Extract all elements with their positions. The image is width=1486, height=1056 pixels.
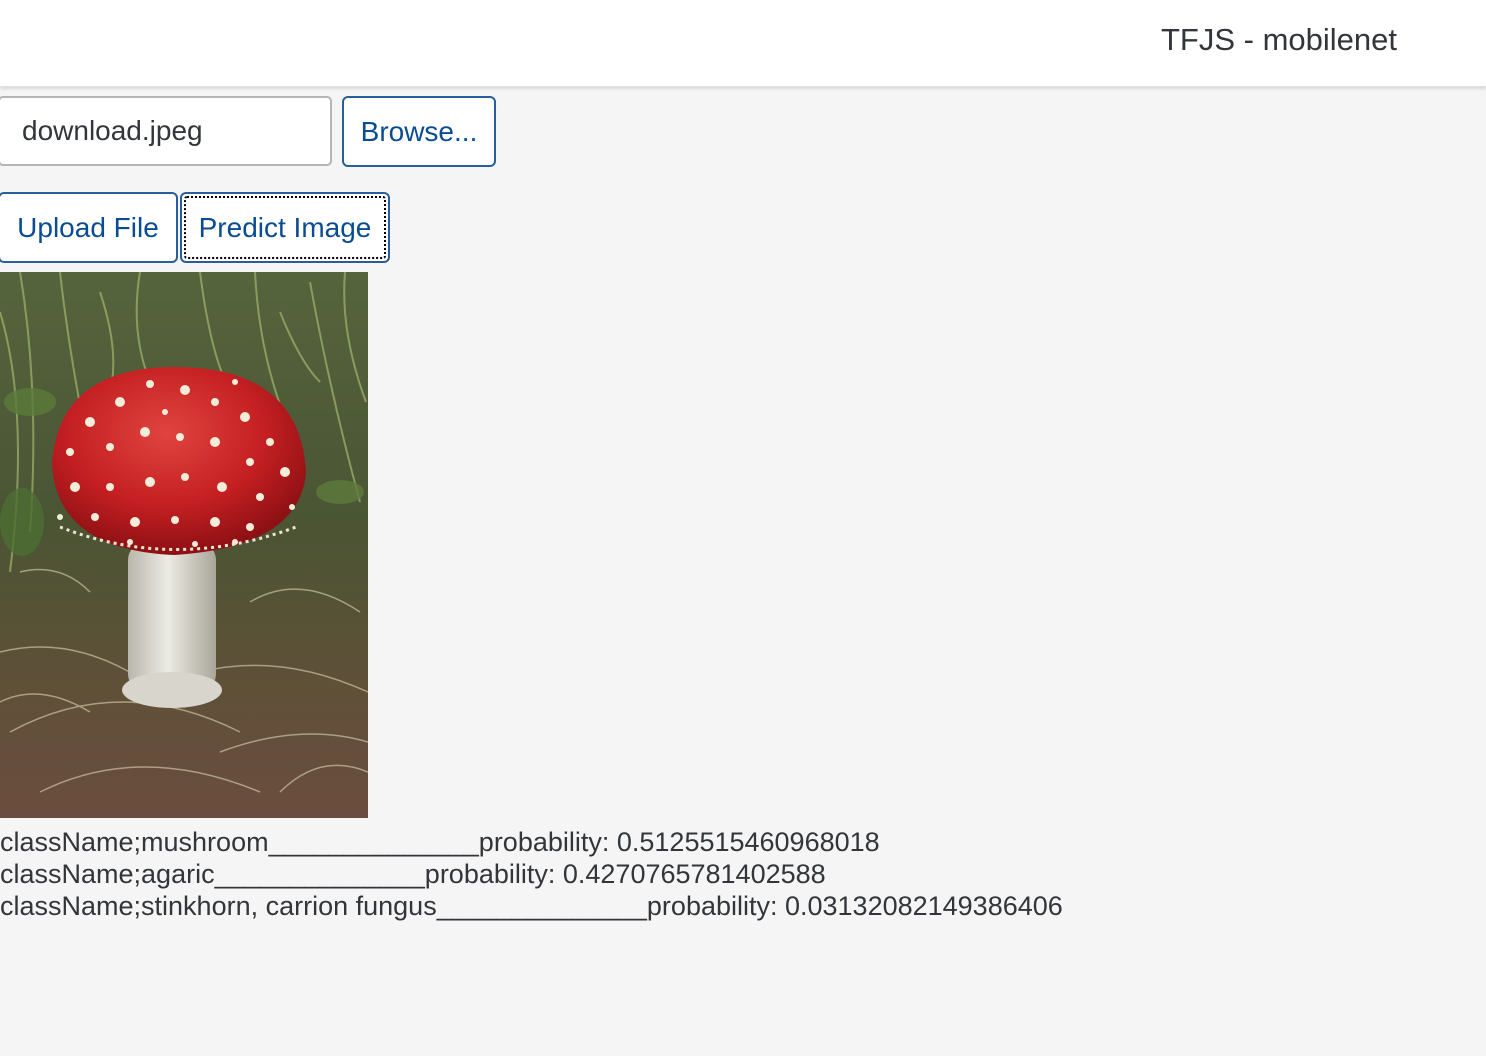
prediction-line: className;mushroom______________probabil…	[0, 827, 880, 857]
file-name-field[interactable]: download.jpeg	[0, 96, 332, 166]
app-header: TFJS - mobilenet	[0, 0, 1486, 87]
prediction-line: className;agaric______________probabilit…	[0, 859, 826, 889]
preview-image	[0, 272, 368, 818]
prediction-results: className;mushroom______________probabil…	[0, 826, 1063, 922]
prediction-line: className;stinkhorn, carrion fungus_____…	[0, 891, 1063, 921]
upload-file-button[interactable]: Upload File	[0, 192, 178, 263]
predict-image-button[interactable]: Predict Image	[180, 192, 390, 263]
mushroom-image	[0, 272, 368, 818]
browse-button[interactable]: Browse...	[342, 96, 496, 167]
app-title: TFJS - mobilenet	[1160, 22, 1397, 57]
